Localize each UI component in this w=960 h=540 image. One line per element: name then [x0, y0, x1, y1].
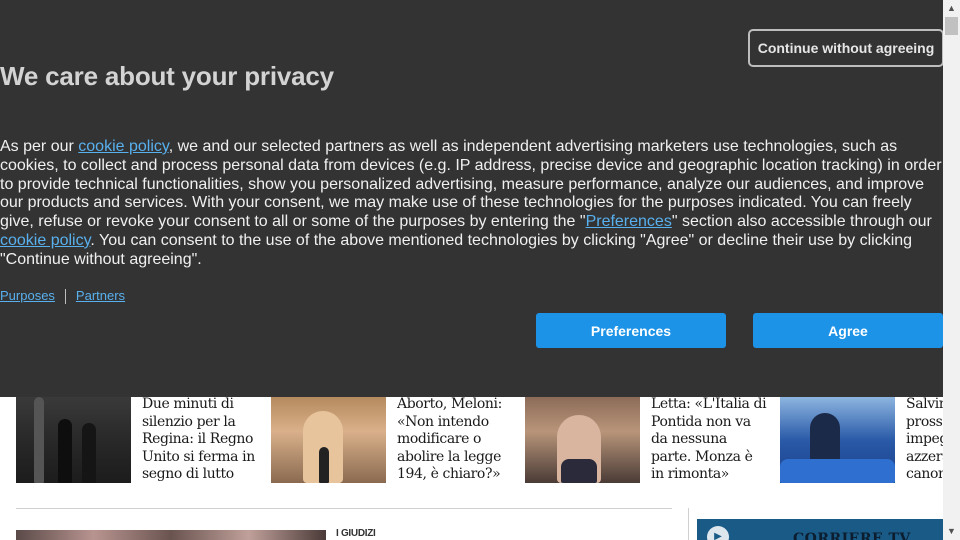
cookie-policy-link[interactable]: cookie policy — [0, 232, 90, 249]
arrow-down-icon[interactable]: ▼ — [943, 523, 960, 540]
news-thumbnail[interactable] — [525, 397, 640, 483]
section-label: I GIUDIZI — [336, 528, 376, 539]
article-image[interactable] — [16, 530, 326, 540]
news-title[interactable]: Aborto, Meloni: «Non intendo modificare … — [397, 396, 515, 484]
column-divider — [688, 508, 689, 540]
news-thumbnail[interactable] — [780, 397, 895, 483]
news-title[interactable]: Letta: «L'Italia di Pontida non va da ne… — [651, 396, 769, 484]
news-thumbnail[interactable] — [271, 397, 386, 483]
scrollbar[interactable]: ▲ ▼ — [943, 0, 960, 540]
consent-text-part: " section also accessible through our — [671, 213, 932, 230]
consent-text-part: As per our — [0, 138, 79, 155]
news-card[interactable]: Due minuti di silenzio per la Regina: il… — [16, 396, 256, 483]
news-thumbnail[interactable] — [16, 397, 131, 483]
news-title[interactable]: Salvini: «Nei prossimi giorni impegno ad… — [906, 397, 943, 483]
consent-links: Purposes Partners — [0, 288, 125, 305]
corriere-tv-label: CORRIERE TV — [793, 531, 911, 540]
preferences-link[interactable]: Preferences — [586, 213, 672, 230]
purposes-link[interactable]: Purposes — [0, 288, 55, 303]
arrow-up-icon[interactable]: ▲ — [943, 0, 960, 17]
partners-link[interactable]: Partners — [76, 288, 125, 303]
corriere-tv-banner[interactable]: ▶ CORRIERE TV — [697, 519, 943, 540]
consent-dialog: Continue without agreeing We care about … — [0, 0, 944, 397]
news-title[interactable]: Due minuti di silenzio per la Regina: il… — [142, 396, 260, 484]
cookie-policy-link[interactable]: cookie policy — [78, 138, 168, 155]
news-card[interactable]: Letta: «L'Italia di Pontida non va da ne… — [525, 396, 767, 483]
consent-title: We care about your privacy — [0, 61, 334, 91]
scrollbar-thumb[interactable] — [945, 17, 958, 35]
section-divider — [16, 508, 672, 509]
agree-button[interactable]: Agree — [753, 313, 943, 348]
news-card[interactable]: Salvini: «Nei prossimi giorni impegno ad… — [780, 397, 943, 483]
consent-text: As per our cookie policy, we and our sel… — [0, 138, 943, 269]
play-icon[interactable]: ▶ — [707, 526, 729, 540]
news-card[interactable]: Aborto, Meloni: «Non intendo modificare … — [271, 396, 511, 483]
preferences-button[interactable]: Preferences — [536, 313, 726, 348]
continue-without-agreeing-button[interactable]: Continue without agreeing — [748, 29, 944, 67]
link-separator — [64, 289, 66, 305]
consent-text-part: . You can consent to the use of the abov… — [0, 231, 913, 268]
